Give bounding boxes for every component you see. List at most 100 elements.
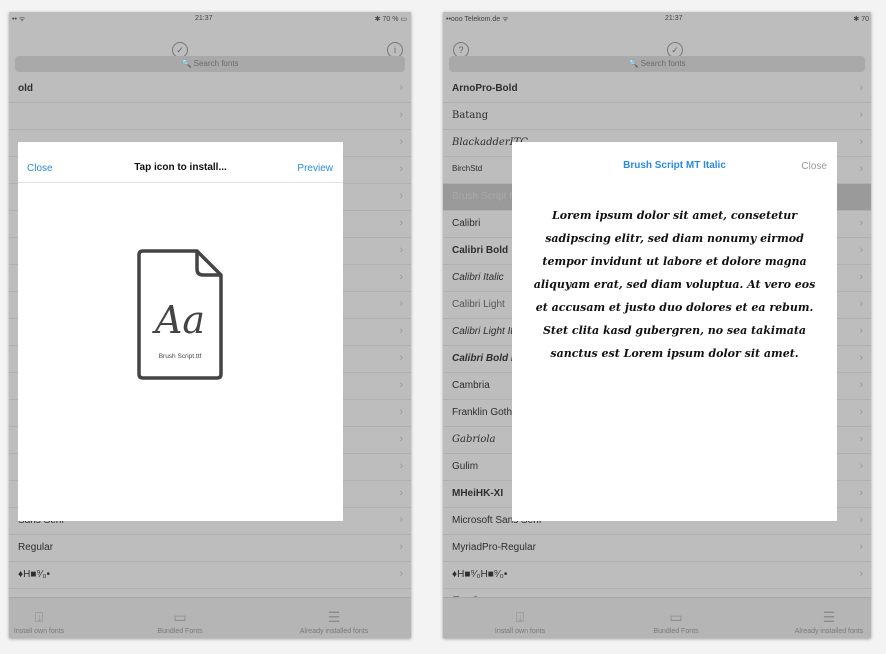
chevron-right-icon: › bbox=[399, 325, 403, 337]
tab-already-installed-fonts[interactable]: ☰ Already installed fonts bbox=[769, 609, 871, 635]
tab-bar: ⍗ Install own fonts ▭ Bundled Fonts ☰ Al… bbox=[9, 597, 411, 638]
chevron-right-icon: › bbox=[399, 109, 403, 121]
chevron-right-icon: › bbox=[399, 82, 403, 94]
install-icon: ⍗ bbox=[34, 609, 44, 625]
chevron-right-icon: › bbox=[399, 271, 403, 283]
chevron-right-icon: › bbox=[859, 406, 863, 418]
list-item[interactable]: ♦H■⁹⁄₀• › bbox=[9, 562, 411, 589]
tab-label: Already installed fonts bbox=[794, 628, 864, 635]
chevron-right-icon: › bbox=[859, 271, 863, 283]
status-bar: ••ooo Telekom.de ᯤ 21:37 ✱ 70 bbox=[443, 12, 871, 26]
font-filename: Brush Script.ttf bbox=[159, 353, 202, 360]
chevron-right-icon: › bbox=[399, 217, 403, 229]
search-input[interactable]: 🔍 Search fonts bbox=[15, 56, 405, 72]
font-preview-text: Lorem ipsum dolor sit amet, consetetur sa… bbox=[530, 204, 819, 365]
font-name: Gabriola bbox=[452, 434, 496, 445]
chevron-right-icon: › bbox=[859, 379, 863, 391]
preview-line: aliquyam erat, sed diam voluptua. At ver… bbox=[533, 278, 816, 291]
font-name: Franklin Goth bbox=[452, 407, 513, 418]
font-name: old bbox=[18, 83, 33, 94]
font-name: Batang bbox=[452, 110, 489, 121]
list-item[interactable]: Regular › bbox=[9, 535, 411, 562]
tab-install-own-fonts[interactable]: ⍗ Install own fonts bbox=[460, 609, 580, 635]
battery-label: ✱ 70 % ▭ bbox=[374, 16, 407, 23]
font-name: MyriadPro-Regular bbox=[452, 542, 536, 553]
search-input[interactable]: 🔍 Search fonts bbox=[449, 56, 865, 72]
tab-label: Install own fonts bbox=[494, 628, 546, 635]
list-item[interactable]: MyriadPro-Regular › bbox=[443, 535, 871, 562]
tab-install-own-fonts[interactable]: ⍗ Install own fonts bbox=[9, 609, 99, 635]
chevron-right-icon: › bbox=[859, 163, 863, 175]
tab-already-installed-fonts[interactable]: ☰ Already installed fonts bbox=[274, 609, 394, 635]
install-modal: Close Tap icon to install... Preview Aa … bbox=[18, 142, 343, 521]
font-name: Calibri Bold It bbox=[452, 353, 517, 364]
chevron-right-icon: › bbox=[859, 514, 863, 526]
chevron-right-icon: › bbox=[859, 217, 863, 229]
chevron-right-icon: › bbox=[399, 406, 403, 418]
preview-modal: Brush Script MT Italic Close Lorem ipsum… bbox=[512, 142, 837, 521]
tab-bundled-fonts[interactable]: ▭ Bundled Fonts bbox=[120, 609, 240, 635]
chevron-right-icon: › bbox=[399, 244, 403, 256]
font-name: Calibri Bold bbox=[452, 245, 509, 256]
font-name: Calibri bbox=[452, 218, 481, 229]
font-glyph: Aa bbox=[152, 298, 205, 342]
font-name: ArnoPro-Bold bbox=[452, 83, 518, 94]
chevron-right-icon: › bbox=[859, 352, 863, 364]
install-icon: ⍗ bbox=[515, 609, 525, 625]
chevron-right-icon: › bbox=[859, 487, 863, 499]
tab-label: Bundled Fonts bbox=[653, 628, 699, 635]
chevron-right-icon: › bbox=[399, 460, 403, 472]
list-item[interactable]: old › bbox=[9, 76, 411, 103]
list-item[interactable]: ArnoPro-Bold › bbox=[443, 76, 871, 103]
chevron-right-icon: › bbox=[859, 433, 863, 445]
preview-line: Stet clita kasd gubergren, no sea takima… bbox=[542, 324, 807, 337]
folder-icon: ▭ bbox=[173, 609, 187, 625]
chevron-right-icon: › bbox=[399, 163, 403, 175]
chevron-right-icon: › bbox=[859, 244, 863, 256]
chevron-right-icon: › bbox=[859, 82, 863, 94]
close-button[interactable]: Close bbox=[801, 161, 827, 172]
font-name: Cambria bbox=[452, 380, 490, 391]
tab-bar: ⍗ Install own fonts ▭ Bundled Fonts ☰ Al… bbox=[443, 597, 871, 638]
list-item[interactable]: › bbox=[9, 103, 411, 130]
modal-header: Brush Script MT Italic Close bbox=[512, 142, 837, 182]
chevron-right-icon: › bbox=[859, 568, 863, 580]
chevron-right-icon: › bbox=[399, 568, 403, 580]
preview-line: sanctus est Lorem ipsum dolor sit amet. bbox=[550, 347, 799, 360]
folder-icon: ▭ bbox=[669, 609, 683, 625]
chevron-right-icon: › bbox=[399, 352, 403, 364]
preview-line: Lorem ipsum dolor sit amet, consetetur bbox=[552, 209, 797, 222]
preview-button[interactable]: Preview bbox=[297, 163, 333, 174]
modal-title: Tap icon to install... bbox=[134, 162, 227, 173]
chevron-right-icon: › bbox=[399, 541, 403, 553]
chevron-right-icon: › bbox=[399, 433, 403, 445]
chevron-right-icon: › bbox=[859, 541, 863, 553]
font-name: Gulim bbox=[452, 461, 479, 472]
modal-title: Brush Script MT Italic bbox=[623, 160, 726, 171]
chevron-right-icon: › bbox=[859, 136, 863, 148]
chevron-right-icon: › bbox=[859, 460, 863, 472]
tab-bundled-fonts[interactable]: ▭ Bundled Fonts bbox=[616, 609, 736, 635]
list-item[interactable]: Batang › bbox=[443, 103, 871, 130]
chevron-right-icon: › bbox=[399, 136, 403, 148]
chevron-right-icon: › bbox=[399, 514, 403, 526]
list-item[interactable]: ♦H■⁹⁄₀H■⁹⁄₀• › bbox=[443, 562, 871, 589]
battery-label: ✱ 70 bbox=[853, 16, 869, 23]
tab-label: Install own fonts bbox=[13, 628, 65, 635]
carrier-label: •• ᯤ bbox=[12, 16, 26, 23]
chevron-right-icon: › bbox=[859, 298, 863, 310]
chevron-right-icon: › bbox=[859, 190, 863, 202]
chevron-right-icon: › bbox=[399, 190, 403, 202]
time-label: 21:37 bbox=[195, 15, 213, 22]
font-file-icon[interactable]: Aa Brush Script.ttf bbox=[135, 247, 225, 382]
list-icon: ☰ bbox=[822, 609, 836, 625]
preview-line: et accusam et justo duo dolores et ea re… bbox=[535, 301, 814, 314]
carrier-label: ••ooo Telekom.de ᯤ bbox=[446, 16, 509, 23]
preview-line: sadipscing elitr, sed diam nonumy eirmod bbox=[545, 232, 804, 245]
chevron-right-icon: › bbox=[859, 109, 863, 121]
chevron-right-icon: › bbox=[399, 298, 403, 310]
chevron-right-icon: › bbox=[399, 487, 403, 499]
chevron-right-icon: › bbox=[399, 379, 403, 391]
list-icon: ☰ bbox=[327, 609, 341, 625]
font-name: Calibri Italic bbox=[452, 272, 504, 283]
